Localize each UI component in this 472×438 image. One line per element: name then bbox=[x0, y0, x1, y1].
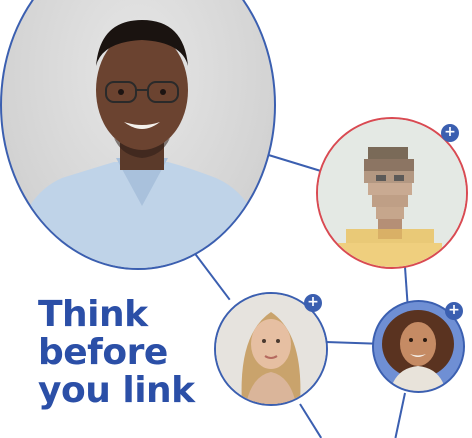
connection-line bbox=[325, 341, 375, 345]
headline-line-3: you link bbox=[38, 370, 195, 411]
add-connection-button[interactable]: + bbox=[441, 124, 459, 142]
add-connection-button[interactable]: + bbox=[304, 294, 322, 312]
network-illustration: + + + Think before you link bbox=[0, 0, 472, 438]
plus-icon: + bbox=[448, 302, 460, 318]
headline: Think before you link bbox=[38, 296, 195, 410]
pixelated-person-icon bbox=[318, 119, 466, 267]
main-profile-photo bbox=[0, 0, 276, 270]
connection-line bbox=[404, 266, 409, 303]
plus-icon: + bbox=[307, 294, 319, 310]
plus-icon: + bbox=[444, 124, 456, 140]
headline-line-2: before bbox=[38, 332, 168, 373]
man-portrait bbox=[12, 20, 270, 268]
connection-line bbox=[261, 152, 328, 174]
add-connection-button[interactable]: + bbox=[445, 302, 463, 320]
connection-line bbox=[394, 392, 406, 438]
connection-line bbox=[299, 403, 323, 438]
headline-line-1: Think bbox=[38, 294, 148, 335]
